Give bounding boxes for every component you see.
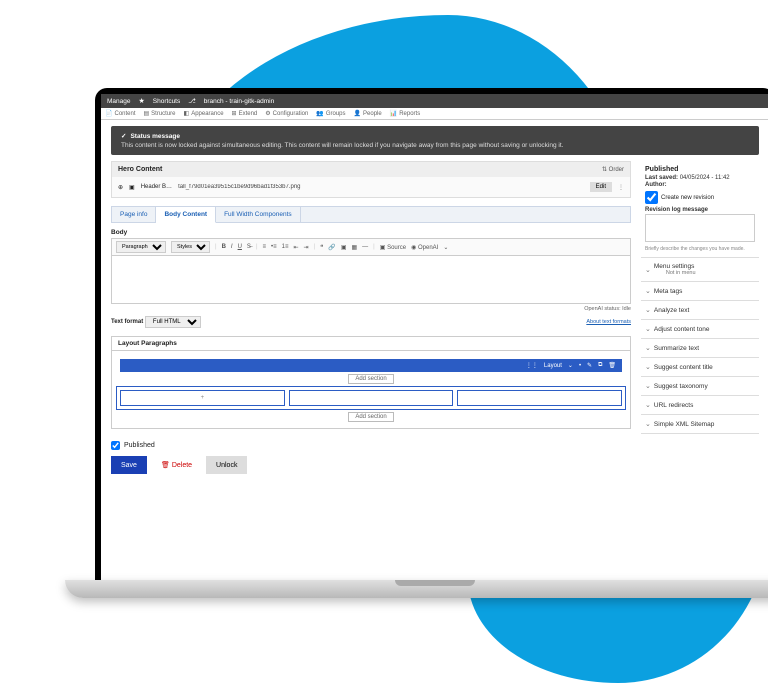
layout-paragraphs: Layout Paragraphs ⋮⋮ Layout ⌄ • ✎ ⧉ 🗑 bbox=[111, 336, 631, 429]
revision-checkbox[interactable] bbox=[645, 191, 658, 204]
editor-toolbar[interactable]: Paragraph Styles | B I U S̶ | ≡ •≡ 1≡ ⇤ … bbox=[111, 238, 631, 256]
layout-cell[interactable] bbox=[289, 390, 454, 406]
list-bullet-icon[interactable]: •≡ bbox=[271, 244, 277, 250]
hr-icon[interactable]: — bbox=[362, 244, 368, 250]
content-tabs: Page info Body Content Full Width Compon… bbox=[111, 206, 631, 223]
delete-button[interactable]: 🗑 Delete bbox=[153, 456, 200, 474]
nav-structure[interactable]: ▤ Structure bbox=[144, 110, 176, 117]
acc-menu-settings[interactable]: Menu settings Not in menu bbox=[641, 258, 759, 282]
strike-icon[interactable]: S̶ bbox=[247, 244, 251, 250]
shortcuts-link[interactable]: Shortcuts bbox=[153, 98, 180, 105]
admin-topbar: Manage ★ Shortcuts ⎇ branch - train-gitk… bbox=[101, 94, 768, 108]
revision-hint: Briefly describe the changes you have ma… bbox=[645, 246, 755, 252]
nav-appearance[interactable]: ◧ Appearance bbox=[184, 110, 224, 117]
acc-summarize[interactable]: Summarize text bbox=[641, 339, 759, 358]
chevron-down-icon[interactable]: ⌄ bbox=[443, 244, 448, 251]
add-section-top[interactable]: Add section bbox=[348, 374, 393, 384]
paragraph-select[interactable]: Paragraph bbox=[116, 241, 166, 253]
star-icon: ★ bbox=[139, 97, 145, 105]
chevron-down-icon[interactable]: ⌄ bbox=[568, 362, 573, 369]
pencil-icon[interactable]: ✎ bbox=[587, 362, 592, 369]
revision-log-label: Revision log message bbox=[645, 207, 708, 213]
status-message: Status message This content is now locke… bbox=[111, 126, 759, 155]
copy-icon[interactable]: ⧉ bbox=[598, 362, 602, 369]
status-body: This content is now locked against simul… bbox=[121, 142, 749, 149]
nav-reports[interactable]: 📊 Reports bbox=[390, 110, 421, 117]
revision-log-textarea[interactable] bbox=[645, 214, 755, 242]
order-label: ⇅ Order bbox=[602, 166, 624, 173]
add-section-bottom[interactable]: Add section bbox=[348, 412, 393, 422]
align-icon[interactable]: ≡ bbox=[263, 244, 267, 250]
item-label: Header B… bbox=[141, 184, 172, 190]
hero-content-panel: Hero Content ⇅ Order ⊕ ▣ Header B… tall_… bbox=[111, 161, 631, 198]
lp-title: Layout Paragraphs bbox=[112, 337, 630, 351]
nav-configuration[interactable]: ⚙ Configuration bbox=[265, 110, 308, 117]
outdent-icon[interactable]: ⇤ bbox=[293, 244, 298, 251]
published-checkbox[interactable] bbox=[111, 441, 120, 450]
nav-content[interactable]: 📄 Content bbox=[105, 110, 136, 117]
drag-icon[interactable]: ⋮⋮ bbox=[526, 362, 538, 369]
source-button[interactable]: ▣ Source bbox=[380, 244, 406, 251]
acc-meta-tags[interactable]: Meta tags bbox=[641, 282, 759, 301]
acc-suggest-title[interactable]: Suggest content title bbox=[641, 358, 759, 377]
layout-cell[interactable] bbox=[457, 390, 622, 406]
layout-label: Layout bbox=[544, 363, 562, 369]
list-number-icon[interactable]: 1≡ bbox=[282, 244, 289, 250]
layout-cell[interactable]: + bbox=[120, 390, 285, 406]
branch-icon: ⎇ bbox=[188, 97, 196, 105]
published-checkbox-row[interactable]: Published bbox=[111, 441, 631, 450]
tab-body-content[interactable]: Body Content bbox=[156, 207, 216, 223]
layout-row: + bbox=[116, 386, 626, 410]
filename: tall_f79d01ea39515c1be9d96bad1f353b7.png bbox=[178, 184, 584, 190]
acc-suggest-taxonomy[interactable]: Suggest taxonomy bbox=[641, 377, 759, 396]
nav-groups[interactable]: 👥 Groups bbox=[316, 110, 345, 117]
published-heading: Published bbox=[645, 166, 755, 173]
last-saved-value: 04/05/2024 - 11:42 bbox=[680, 175, 730, 181]
branch-label: branch - train-gitk-admin bbox=[204, 98, 274, 105]
sidebar: Published Last saved: 04/05/2024 - 11:42… bbox=[641, 161, 759, 474]
drag-handle-icon[interactable]: ⊕ bbox=[118, 184, 123, 191]
acc-analyze-text[interactable]: Analyze text bbox=[641, 301, 759, 320]
acc-xml-sitemap[interactable]: Simple XML Sitemap bbox=[641, 415, 759, 434]
styles-select[interactable]: Styles bbox=[171, 241, 210, 253]
hero-title: Hero Content bbox=[118, 166, 162, 173]
quote-icon[interactable]: ❝ bbox=[320, 244, 323, 251]
unlock-button[interactable]: Unlock bbox=[206, 456, 247, 474]
bold-icon[interactable]: B bbox=[222, 244, 226, 250]
body-label: Body bbox=[111, 229, 631, 236]
body-editor[interactable] bbox=[111, 256, 631, 304]
manage-link[interactable]: Manage bbox=[107, 98, 131, 105]
openai-status: OpenAI status: Idle bbox=[111, 306, 631, 312]
status-title: Status message bbox=[121, 132, 749, 140]
text-format-label: Text format bbox=[111, 319, 143, 325]
screen: Manage ★ Shortcuts ⎇ branch - train-gitk… bbox=[101, 94, 768, 580]
nav-people[interactable]: 👤 People bbox=[354, 110, 382, 117]
link-icon[interactable]: 🔗 bbox=[328, 244, 335, 251]
nav-extend[interactable]: ⊞ Extend bbox=[232, 110, 258, 117]
italic-icon[interactable]: I bbox=[231, 244, 233, 250]
acc-url-redirects[interactable]: URL redirects bbox=[641, 396, 759, 415]
laptop-base bbox=[65, 580, 768, 598]
edit-button[interactable]: Edit bbox=[590, 182, 612, 192]
trash-icon[interactable]: 🗑 bbox=[608, 362, 616, 369]
acc-adjust-tone[interactable]: Adjust content tone bbox=[641, 320, 759, 339]
image-insert-icon[interactable]: ▣ bbox=[341, 244, 347, 251]
tab-full-width[interactable]: Full Width Components bbox=[216, 207, 301, 222]
admin-subbar: 📄 Content ▤ Structure ◧ Appearance ⊞ Ext… bbox=[101, 108, 768, 120]
indent-icon[interactable]: ⇥ bbox=[304, 244, 309, 251]
author-label: Author: bbox=[645, 182, 667, 188]
laptop-frame: Manage ★ Shortcuts ⎇ branch - train-gitk… bbox=[95, 88, 768, 608]
underline-icon[interactable]: U bbox=[238, 244, 242, 250]
about-formats-link[interactable]: About text formats bbox=[586, 319, 631, 325]
image-icon: ▣ bbox=[129, 184, 135, 191]
save-button[interactable]: Save bbox=[111, 456, 147, 474]
table-icon[interactable]: ▦ bbox=[351, 244, 357, 251]
revision-checkbox-row[interactable]: Create new revision bbox=[645, 191, 755, 204]
more-icon[interactable]: ⋮ bbox=[618, 184, 624, 191]
openai-button[interactable]: ◉ OpenAI bbox=[411, 244, 438, 251]
text-format-select[interactable]: Full HTML bbox=[145, 316, 201, 328]
tab-page-info[interactable]: Page info bbox=[112, 207, 156, 222]
lp-item-toolbar: ⋮⋮ Layout ⌄ • ✎ ⧉ 🗑 bbox=[120, 359, 622, 372]
